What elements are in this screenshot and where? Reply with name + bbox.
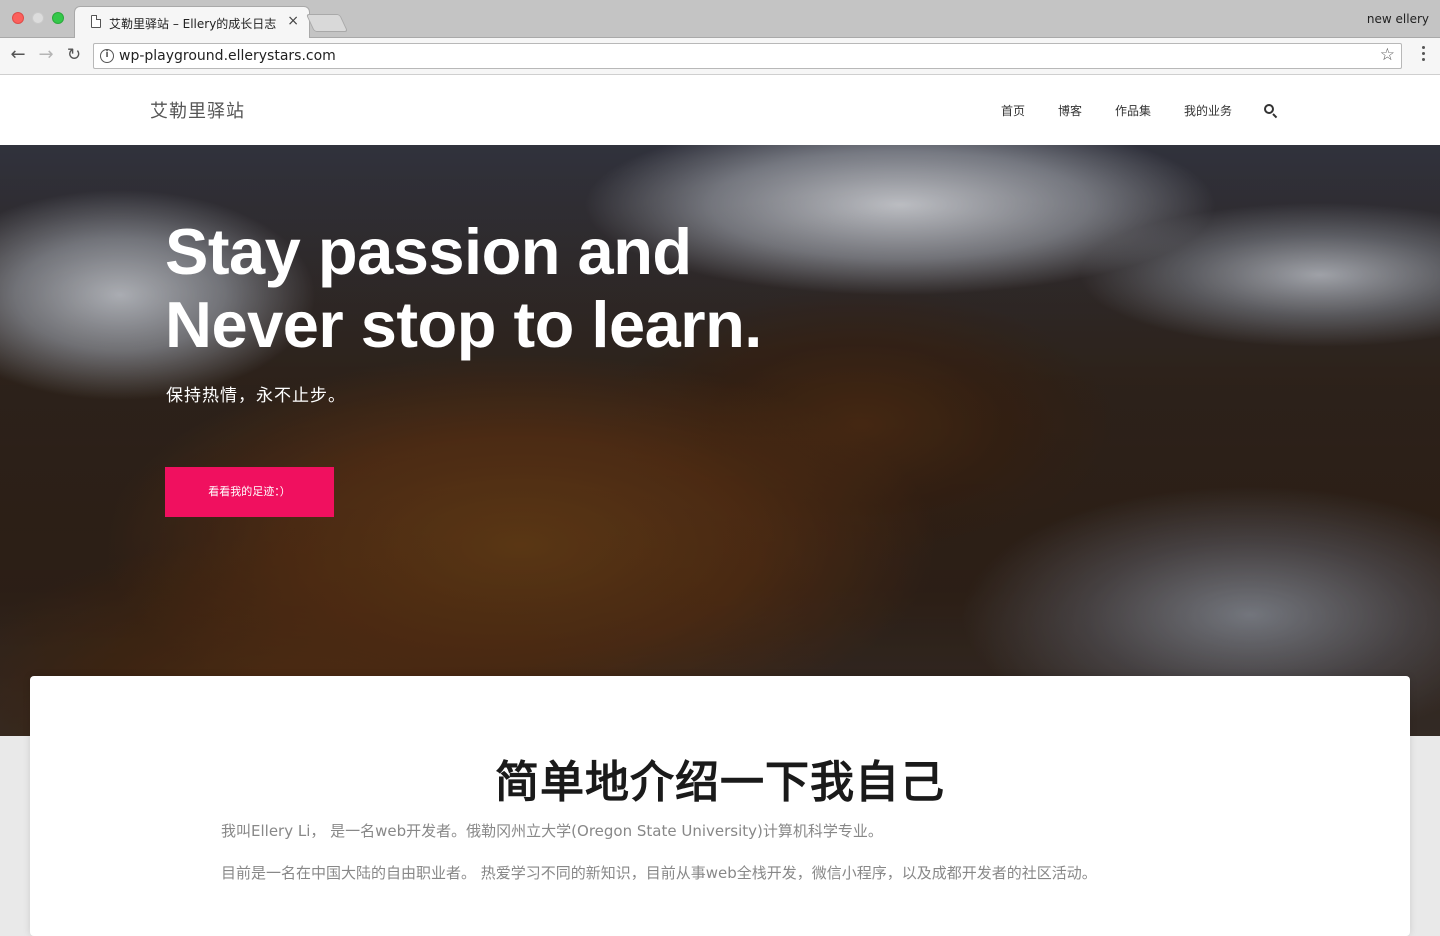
nav-item-services[interactable]: 我的业务 — [1184, 102, 1232, 119]
intro-paragraph-1: 我叫Ellery Li， 是一名web开发者。俄勒冈州立大学(Oregon St… — [221, 822, 883, 840]
hero-section: Stay passion and Never stop to learn. 保持… — [0, 145, 1440, 736]
nav-item-blog[interactable]: 博客 — [1058, 102, 1082, 119]
tab-title: 艾勒里驿站 – Ellery的成长日志 — [109, 17, 277, 31]
back-arrow-icon[interactable]: ← — [8, 44, 28, 66]
site-header: 艾勒里驿站 首页 博客 作品集 我的业务 — [0, 75, 1440, 145]
address-bar[interactable]: i wp-playground.ellerystars.com ☆ — [93, 43, 1402, 69]
profile-name[interactable]: new ellery — [1367, 12, 1429, 26]
window-close-button[interactable] — [12, 12, 24, 24]
tab-close-icon[interactable]: × — [287, 13, 299, 29]
search-icon[interactable] — [1264, 103, 1278, 118]
hero-heading-line2: Never stop to learn. — [165, 288, 762, 361]
hero-cta-button[interactable]: 看看我的足迹：） — [165, 467, 334, 517]
hero-heading-line1: Stay passion and — [165, 215, 692, 288]
browser-titlebar: 艾勒里驿站 – Ellery的成长日志 × new ellery — [0, 0, 1440, 38]
nav-item-portfolio[interactable]: 作品集 — [1115, 102, 1151, 119]
reload-icon[interactable]: ↻ — [64, 44, 84, 66]
forward-arrow-icon[interactable]: → — [36, 44, 56, 66]
bookmark-star-icon[interactable]: ☆ — [1380, 45, 1395, 65]
hero-heading: Stay passion and Never stop to learn. — [165, 215, 762, 361]
url-text[interactable]: wp-playground.ellerystars.com — [119, 48, 336, 64]
browser-toolbar: ← → ↻ i wp-playground.ellerystars.com ☆ — [0, 38, 1440, 75]
intro-paragraph-2: 目前是一名在中国大陆的自由职业者。 热爱学习不同的新知识，目前从事web全栈开发… — [221, 864, 1097, 882]
main-nav: 首页 博客 作品集 我的业务 — [968, 102, 1278, 119]
browser-menu-icon[interactable] — [1422, 46, 1426, 64]
nav-item-home[interactable]: 首页 — [1001, 102, 1025, 119]
window-maximize-button[interactable] — [52, 12, 64, 24]
new-tab-button[interactable] — [305, 14, 349, 32]
window-minimize-button[interactable] — [32, 12, 44, 24]
info-icon[interactable]: i — [100, 49, 114, 63]
hero-subtitle: 保持热情，永不止步。 — [166, 386, 346, 406]
browser-tab-active[interactable]: 艾勒里驿站 – Ellery的成长日志 × — [74, 6, 310, 38]
intro-card: 简单地介绍一下我自己 我叫Ellery Li， 是一名web开发者。俄勒冈州立大… — [30, 676, 1410, 936]
page-icon — [91, 15, 101, 28]
site-title[interactable]: 艾勒里驿站 — [150, 97, 245, 123]
intro-title: 简单地介绍一下我自己 — [495, 757, 945, 808]
